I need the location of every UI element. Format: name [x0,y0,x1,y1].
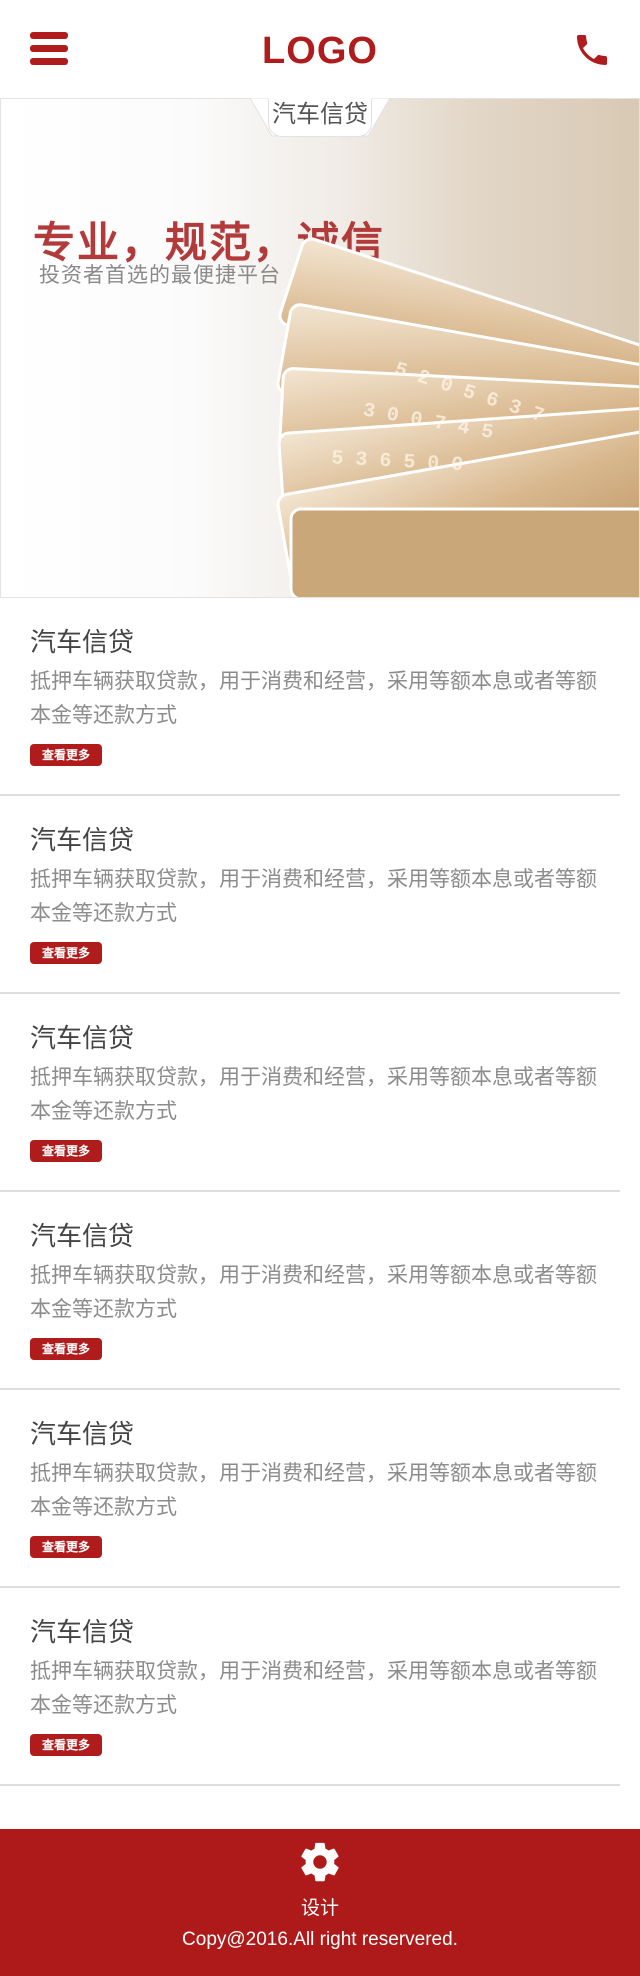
view-more-button[interactable]: 查看更多 [30,1338,102,1360]
banner-image[interactable]: 专业，规范，诚信 投资者首选的最便捷平台 5 2 0 5 6 3 7 3 0 0… [0,98,640,598]
item-title[interactable]: 汽车信贷 [30,1216,134,1253]
view-more-button[interactable]: 查看更多 [30,744,102,766]
list-item[interactable]: 汽车信贷 抵押车辆获取贷款，用于消费和经营，采用等额本息或者等额本金等还款方式 … [0,796,620,994]
list-item[interactable]: 汽车信贷 抵押车辆获取贷款，用于消费和经营，采用等额本息或者等额本金等还款方式 … [0,1588,620,1786]
list-item[interactable]: 汽车信贷 抵押车辆获取贷款，用于消费和经营，采用等额本息或者等额本金等还款方式 … [0,1390,620,1588]
item-title[interactable]: 汽车信贷 [30,1414,134,1451]
item-description: 抵押车辆获取贷款，用于消费和经营，采用等额本息或者等额本金等还款方式 [30,1263,597,1321]
phone-icon[interactable] [572,30,612,70]
product-list: 汽车信贷 抵押车辆获取贷款，用于消费和经营，采用等额本息或者等额本金等还款方式 … [0,598,620,1786]
list-item[interactable]: 汽车信贷 抵押车辆获取贷款，用于消费和经营，采用等额本息或者等额本金等还款方式 … [0,1192,620,1390]
credit-cards-illustration: 5 2 0 5 6 3 7 3 0 0 7 4 5 5 3 6 5 0 0 [276,237,639,597]
view-more-button[interactable]: 查看更多 [30,942,102,964]
item-title[interactable]: 汽车信贷 [30,820,134,857]
item-title[interactable]: 汽车信贷 [30,622,134,659]
item-title[interactable]: 汽车信贷 [30,1612,134,1649]
item-description: 抵押车辆获取贷款，用于消费和经营，采用等额本息或者等额本金等还款方式 [30,1659,597,1717]
view-more-button[interactable]: 查看更多 [30,1734,102,1756]
view-more-button[interactable]: 查看更多 [30,1140,102,1162]
footer: 设计 Copy@2016.All right reservered. [0,1829,640,1976]
list-item[interactable]: 汽车信贷 抵押车辆获取贷款，用于消费和经营，采用等额本息或者等额本金等还款方式 … [0,598,620,796]
item-description: 抵押车辆获取贷款，用于消费和经营，采用等额本息或者等额本金等还款方式 [30,1461,597,1519]
header: LOGO [0,0,640,99]
copyright-text: Copy@2016.All right reservered. [182,1929,458,1950]
footer-label[interactable]: 设计 [0,1893,640,1920]
item-title[interactable]: 汽车信贷 [30,1018,134,1055]
logo[interactable]: LOGO [0,30,640,73]
list-item[interactable]: 汽车信贷 抵押车辆获取贷款，用于消费和经营，采用等额本息或者等额本金等还款方式 … [0,994,620,1192]
gear-icon[interactable] [297,1839,343,1885]
section-tab[interactable]: 汽车信贷 [268,98,372,137]
item-description: 抵押车辆获取贷款，用于消费和经营，采用等额本息或者等额本金等还款方式 [30,867,597,925]
item-description: 抵押车辆获取贷款，用于消费和经营，采用等额本息或者等额本金等还款方式 [30,669,597,727]
banner-section: 专业，规范，诚信 投资者首选的最便捷平台 5 2 0 5 6 3 7 3 0 0… [0,98,640,598]
view-more-button[interactable]: 查看更多 [30,1536,102,1558]
item-description: 抵押车辆获取贷款，用于消费和经营，采用等额本息或者等额本金等还款方式 [30,1065,597,1123]
